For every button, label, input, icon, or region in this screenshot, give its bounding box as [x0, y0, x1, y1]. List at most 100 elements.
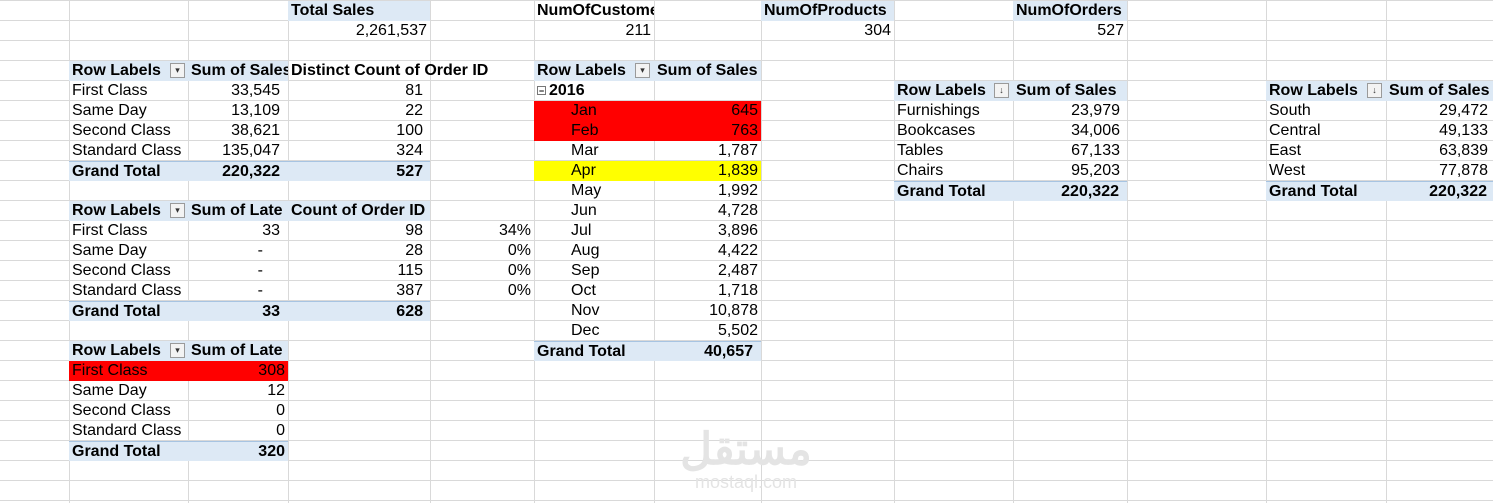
num-customers-value[interactable]: 211 — [534, 21, 654, 41]
month-sales[interactable]: 1,839 — [654, 161, 761, 181]
row-label[interactable]: Same Day — [69, 381, 188, 401]
sales-value[interactable]: 33,545 — [188, 81, 283, 101]
collapse-icon[interactable]: − — [537, 86, 546, 96]
sum-of-sales-header[interactable]: Sum of Sales — [1013, 81, 1127, 101]
grand-total-sales[interactable]: 220,322 — [1013, 181, 1127, 201]
month-sales[interactable]: 3,896 — [654, 221, 761, 241]
dropdown-icon[interactable]: ▾ — [170, 203, 185, 218]
count-value[interactable]: 22 — [288, 101, 426, 121]
late-percent[interactable]: 0% — [430, 281, 534, 301]
row-label[interactable]: Standard Class — [69, 421, 188, 441]
filter-active-icon[interactable]: ▾ — [635, 63, 650, 78]
sales-value[interactable]: 38,621 — [188, 121, 283, 141]
row-label[interactable]: Central — [1266, 121, 1386, 141]
grand-total-label[interactable]: Grand Total — [69, 161, 188, 181]
year-group-row[interactable]: −2016 — [534, 81, 654, 101]
count-order-id-header[interactable]: Count of Order ID — [288, 201, 430, 221]
late-value[interactable]: 308 — [188, 361, 288, 381]
row-label[interactable]: Tables — [894, 141, 1013, 161]
grand-total-label[interactable]: Grand Total — [534, 341, 654, 361]
late-value[interactable]: 33 — [188, 221, 283, 241]
num-orders-label[interactable]: NumOfOrders — [1013, 1, 1127, 21]
month-label[interactable]: Apr — [534, 161, 654, 181]
sales-value[interactable]: 77,878 — [1386, 161, 1491, 181]
grand-total-sales[interactable]: 220,322 — [188, 161, 288, 181]
row-label[interactable]: Bookcases — [894, 121, 1013, 141]
count-value[interactable]: 81 — [288, 81, 426, 101]
month-sales[interactable]: 5,502 — [654, 321, 761, 341]
month-sales[interactable]: 1,718 — [654, 281, 761, 301]
dropdown-icon[interactable]: ▾ — [170, 63, 185, 78]
late-percent[interactable]: 0% — [430, 261, 534, 281]
late-value[interactable]: - — [188, 261, 266, 281]
sum-of-sales-header[interactable]: Sum of Sales — [188, 61, 288, 81]
month-label[interactable]: Jan — [534, 101, 654, 121]
month-label[interactable]: Oct — [534, 281, 654, 301]
row-label[interactable]: Same Day — [69, 101, 188, 121]
late-value[interactable]: 0 — [188, 401, 288, 421]
sales-value[interactable]: 23,979 — [1013, 101, 1123, 121]
grand-total-sales[interactable]: 220,322 — [1386, 181, 1493, 201]
month-sales[interactable]: 10,878 — [654, 301, 761, 321]
row-label[interactable]: Standard Class — [69, 141, 188, 161]
sales-value[interactable]: 13,109 — [188, 101, 283, 121]
sales-value[interactable]: 49,133 — [1386, 121, 1491, 141]
row-label[interactable]: South — [1266, 101, 1386, 121]
month-sales[interactable]: 645 — [654, 101, 761, 121]
late-value[interactable]: 12 — [188, 381, 288, 401]
sort-icon[interactable]: ↓ — [994, 83, 1009, 98]
month-label[interactable]: Jun — [534, 201, 654, 221]
row-label[interactable]: Second Class — [69, 121, 188, 141]
count-value[interactable]: 115 — [288, 261, 426, 281]
month-label[interactable]: May — [534, 181, 654, 201]
count-value[interactable]: 387 — [288, 281, 426, 301]
row-label[interactable]: West — [1266, 161, 1386, 181]
grand-total-count[interactable]: 527 — [288, 161, 430, 181]
sum-of-late-header[interactable]: Sum of Late — [188, 341, 288, 361]
month-label[interactable]: Aug — [534, 241, 654, 261]
total-sales-label[interactable]: Total Sales — [288, 1, 430, 21]
month-label[interactable]: Nov — [534, 301, 654, 321]
distinct-count-header[interactable]: Distinct Count of Order ID — [288, 61, 488, 81]
row-label[interactable]: First Class — [69, 361, 188, 381]
sort-icon[interactable]: ↓ — [1367, 83, 1382, 98]
grand-total-label[interactable]: Grand Total — [1266, 181, 1386, 201]
sales-value[interactable]: 95,203 — [1013, 161, 1123, 181]
month-sales[interactable]: 763 — [654, 121, 761, 141]
count-value[interactable]: 324 — [288, 141, 426, 161]
row-label[interactable]: Furnishings — [894, 101, 1013, 121]
num-products-label[interactable]: NumOfProducts — [761, 1, 894, 21]
grand-total-label[interactable]: Grand Total — [69, 301, 188, 321]
grand-total-sales[interactable]: 40,657 — [654, 341, 761, 361]
num-orders-value[interactable]: 527 — [1013, 21, 1127, 41]
month-label[interactable]: Mar — [534, 141, 654, 161]
grand-total-label[interactable]: Grand Total — [69, 441, 188, 461]
row-label[interactable]: Second Class — [69, 261, 188, 281]
sales-value[interactable]: 29,472 — [1386, 101, 1491, 121]
row-label[interactable]: First Class — [69, 221, 188, 241]
late-value[interactable]: - — [188, 241, 266, 261]
late-value[interactable]: - — [188, 281, 266, 301]
num-products-value[interactable]: 304 — [761, 21, 894, 41]
grand-total-label[interactable]: Grand Total — [894, 181, 1013, 201]
row-label[interactable]: First Class — [69, 81, 188, 101]
sum-of-sales-header[interactable]: Sum of Sales — [654, 61, 761, 81]
month-sales[interactable]: 4,728 — [654, 201, 761, 221]
month-label[interactable]: Jul — [534, 221, 654, 241]
sales-value[interactable]: 34,006 — [1013, 121, 1123, 141]
total-sales-value[interactable]: 2,261,537 — [288, 21, 430, 41]
dropdown-icon[interactable]: ▾ — [170, 343, 185, 358]
sum-of-late-header[interactable]: Sum of Late — [188, 201, 288, 221]
grand-total-count[interactable]: 628 — [288, 301, 430, 321]
row-label[interactable]: Second Class — [69, 401, 188, 421]
month-label[interactable]: Feb — [534, 121, 654, 141]
grand-total-late[interactable]: 320 — [188, 441, 288, 461]
sales-value[interactable]: 135,047 — [188, 141, 283, 161]
sum-of-sales-header[interactable]: Sum of Sales — [1386, 81, 1493, 101]
row-label[interactable]: Standard Class — [69, 281, 188, 301]
sales-value[interactable]: 67,133 — [1013, 141, 1123, 161]
row-label[interactable]: East — [1266, 141, 1386, 161]
month-label[interactable]: Dec — [534, 321, 654, 341]
sales-value[interactable]: 63,839 — [1386, 141, 1491, 161]
month-sales[interactable]: 4,422 — [654, 241, 761, 261]
